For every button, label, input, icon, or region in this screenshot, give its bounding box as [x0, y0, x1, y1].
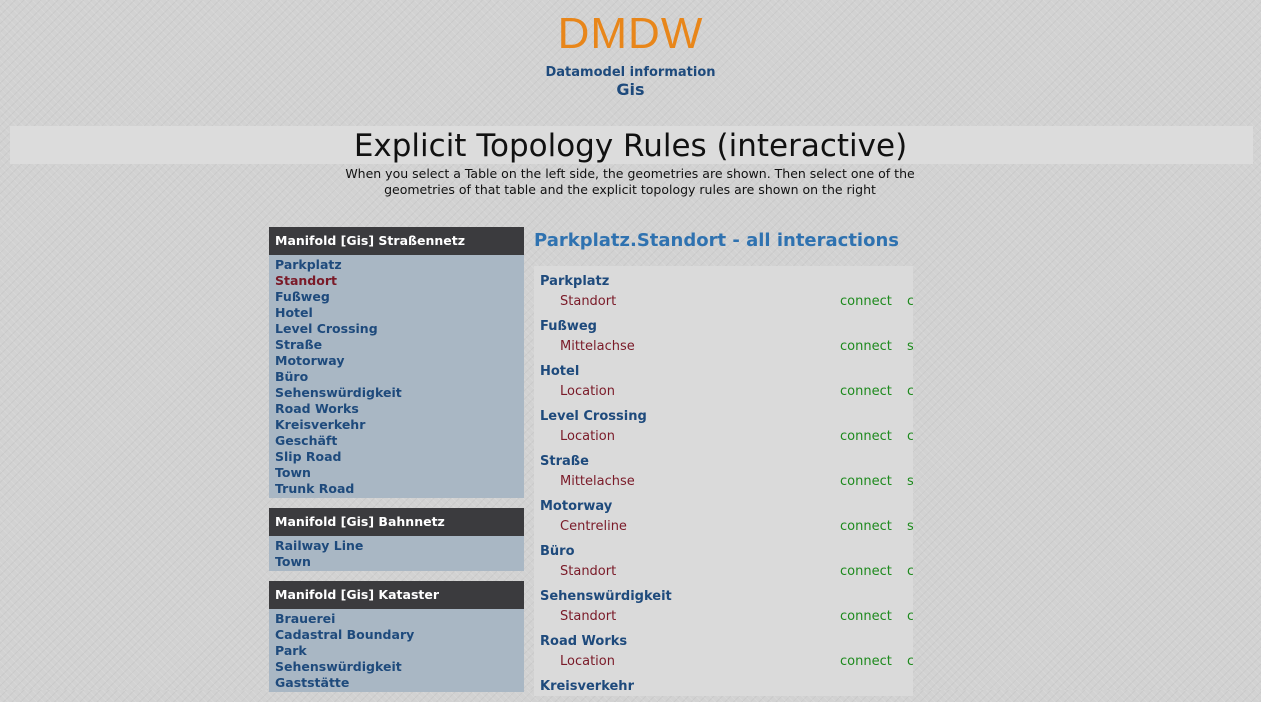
rule-row: Kreisverkehr [534, 671, 913, 696]
table-link-geschaeft[interactable]: Geschäft [269, 433, 524, 449]
rule-table-name[interactable]: Kreisverkehr [534, 671, 913, 696]
table-link-brauerei[interactable]: Brauerei [269, 611, 524, 627]
rule-geometry-row: Location connect c [534, 383, 913, 401]
rule-type: connect [840, 654, 892, 669]
group-table-list: Brauerei Cadastral Boundary Park Sehensw… [269, 609, 524, 692]
rule-table-name[interactable]: Level Crossing [534, 401, 913, 428]
rule-type: connect [840, 564, 892, 579]
rule-row: Hotel Location connect c [534, 356, 913, 401]
dmdw-logo: DMDW [557, 9, 704, 58]
rule-type-more: s [907, 519, 913, 534]
table-link-trunk-road[interactable]: Trunk Road [269, 481, 524, 497]
group-header: Manifold [Gis] Kataster [269, 581, 524, 609]
table-sidebar: Manifold [Gis] Straßennetz Parkplatz Sta… [269, 227, 524, 702]
rule-geometry[interactable]: Standort [560, 608, 616, 626]
rule-geometry[interactable]: Mittelachse [560, 473, 635, 491]
table-link-motorway[interactable]: Motorway [269, 353, 524, 369]
rule-geometry-row: Centreline connect s [534, 518, 913, 536]
table-link-cadastral-boundary[interactable]: Cadastral Boundary [269, 627, 524, 643]
table-link-buero[interactable]: Büro [269, 369, 524, 385]
rule-geometry-row: Standort connect c [534, 293, 913, 311]
rule-type: connect [840, 294, 892, 309]
rule-geometry[interactable]: Location [560, 428, 615, 446]
rule-geometry-row: Standort connect c [534, 563, 913, 581]
group-table-list: Parkplatz Standort Fußweg Hotel Level Cr… [269, 255, 524, 498]
group-strassennetz: Manifold [Gis] Straßennetz Parkplatz Sta… [269, 227, 524, 498]
rule-type-more: c [907, 564, 913, 579]
rule-type-more: c [907, 609, 913, 624]
database-name: Gis [616, 80, 645, 99]
group-header: Manifold [Gis] Bahnnetz [269, 508, 524, 536]
table-link-road-works[interactable]: Road Works [269, 401, 524, 417]
rule-type: connect [840, 474, 892, 489]
rule-type: connect [840, 339, 892, 354]
table-link-hotel[interactable]: Hotel [269, 305, 524, 321]
rule-type-more: s [907, 474, 913, 489]
table-link-parkplatz[interactable]: Parkplatz [269, 257, 524, 273]
rule-table-name[interactable]: Büro [534, 536, 913, 563]
rule-row: Parkplatz Standort connect c [534, 266, 913, 311]
table-link-sehenswuerdigkeit[interactable]: Sehenswürdigkeit [269, 385, 524, 401]
rule-row: Straße Mittelachse connect s [534, 446, 913, 491]
table-link-gaststaette[interactable]: Gaststätte [269, 675, 524, 691]
page-description: When you select a Table on the left side… [345, 166, 915, 197]
table-link-standort[interactable]: Standort [269, 273, 524, 289]
table-link-slip-road[interactable]: Slip Road [269, 449, 524, 465]
table-link-strasse[interactable]: Straße [269, 337, 524, 353]
table-link-town[interactable]: Town [269, 465, 524, 481]
rule-table-name[interactable]: Straße [534, 446, 913, 473]
rule-type: connect [840, 609, 892, 624]
rule-table-name[interactable]: Road Works [534, 626, 913, 653]
group-table-list: Railway Line Town [269, 536, 524, 571]
rule-geometry-row: Location connect c [534, 428, 913, 446]
rule-geometry-row: Mittelachse connect s [534, 473, 913, 491]
rule-table-name[interactable]: Fußweg [534, 311, 913, 338]
table-link-kreisverkehr[interactable]: Kreisverkehr [269, 417, 524, 433]
group-bahnnetz: Manifold [Gis] Bahnnetz Railway Line Tow… [269, 508, 524, 571]
rule-table-name[interactable]: Sehenswürdigkeit [534, 581, 913, 608]
rule-table-name[interactable]: Parkplatz [534, 266, 913, 293]
rule-type-more: c [907, 384, 913, 399]
rules-panel: Parkplatz Standort connect c Fußweg Mitt… [534, 266, 913, 696]
table-link-fussweg[interactable]: Fußweg [269, 289, 524, 305]
page-title: Explicit Topology Rules (interactive) [353, 128, 908, 164]
rule-row: Motorway Centreline connect s [534, 491, 913, 536]
rule-row: Sehenswürdigkeit Standort connect c [534, 581, 913, 626]
rule-geometry-row: Mittelachse connect s [534, 338, 913, 356]
rule-geometry[interactable]: Standort [560, 293, 616, 311]
rule-type-more: c [907, 429, 913, 444]
rule-geometry[interactable]: Standort [560, 563, 616, 581]
rule-type-more: c [907, 654, 913, 669]
rule-type: connect [840, 519, 892, 534]
datamodel-subtitle: Datamodel information [545, 65, 716, 80]
rule-row: Level Crossing Location connect c [534, 401, 913, 446]
rule-type: connect [840, 429, 892, 444]
rule-table-name[interactable]: Hotel [534, 356, 913, 383]
rule-geometry[interactable]: Mittelachse [560, 338, 635, 356]
table-link-sehenswuerdigkeit[interactable]: Sehenswürdigkeit [269, 659, 524, 675]
rule-row: Büro Standort connect c [534, 536, 913, 581]
group-header: Manifold [Gis] Straßennetz [269, 227, 524, 255]
rule-geometry-row: Standort connect c [534, 608, 913, 626]
rule-type-more: s [907, 339, 913, 354]
rule-row: Road Works Location connect c [534, 626, 913, 671]
table-link-railway-line[interactable]: Railway Line [269, 538, 524, 554]
rule-geometry-row: Location connect c [534, 653, 913, 671]
rule-geometry[interactable]: Location [560, 653, 615, 671]
rule-geometry[interactable]: Centreline [560, 518, 627, 536]
table-link-park[interactable]: Park [269, 643, 524, 659]
table-link-level-crossing[interactable]: Level Crossing [269, 321, 524, 337]
table-link-town[interactable]: Town [269, 554, 524, 570]
group-kataster: Manifold [Gis] Kataster Brauerei Cadastr… [269, 581, 524, 692]
rule-type-more: c [907, 294, 913, 309]
rule-table-name[interactable]: Motorway [534, 491, 913, 518]
rule-type: connect [840, 384, 892, 399]
interactions-main: Parkplatz.Standort - all interactions Pa… [534, 227, 913, 696]
rule-geometry[interactable]: Location [560, 383, 615, 401]
rule-row: Fußweg Mittelachse connect s [534, 311, 913, 356]
interactions-title: Parkplatz.Standort - all interactions [534, 230, 900, 251]
